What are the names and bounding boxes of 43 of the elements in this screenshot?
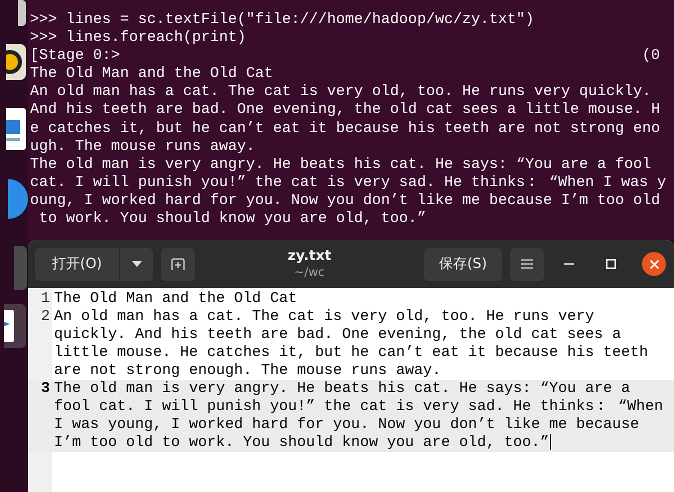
terminal-line: >>> lines.foreach(print) [30,29,248,48]
menu-button[interactable] [510,248,544,280]
terminal-line: ugh. The mouse runs away. [30,138,256,156]
window-title: zy.txt [288,248,332,264]
text-editor[interactable] [28,288,674,492]
text-line: I’m too old to work. You should know you are old, too.” [54,434,552,452]
document-icon[interactable] [4,304,28,348]
text-line: fool cat. I will punish you!” the cat is very sad. He thinks︰ “When [54,398,664,416]
text-line: quickly. And his teeth are bad. One evening, the old cat sees a [54,326,622,344]
new-tab-icon [171,258,185,270]
text-line: I was young, I worked hard for you. Now you don’t like me because [54,416,640,434]
close-icon [650,260,658,268]
open-button[interactable]: 打开(O) [35,248,119,280]
app-icon[interactable] [18,0,28,28]
terminal-line: The old man is very angry. He beats his cat. He says: “You are a fool [30,156,652,174]
text-cursor [550,434,552,450]
terminal-line: >>> lines = sc.textFile("file:///home/hadoop/wc/zy.txt") [30,11,536,30]
close-button[interactable] [642,252,666,276]
text-line: little mouse. He catches it, but he can’t eat it because his teeth [54,344,648,362]
save-button[interactable]: 保存(S) [424,248,502,280]
dropdown-button[interactable] [119,248,153,280]
text-line: are not strong enough. The mouse runs away. [54,362,442,380]
text-line: The old man is very angry. He beats his cat. He says: “You are a [54,380,632,398]
caret-icon [132,261,142,267]
line-number: 1 [40,290,51,308]
terminal-line: to work. You should know you are old, too.” [38,210,428,228]
line-number: 2 [40,308,51,327]
menu-icon [521,259,533,269]
maximize-icon [606,259,616,269]
terminal-line: e catches it, but he can’t eat it because his teeth are not strong eno [30,120,662,138]
text-line: The Old Man and the Old Cat [54,290,298,308]
terminal-line: oung, I worked hard for you. Now you don’t like me because I’m too old [30,192,662,210]
minimize-icon [564,263,574,265]
terminal-line: And his teeth are bad. One evening, the old cat sees a little mouse. H [30,101,662,120]
line-number: 3 [40,380,51,399]
terminal-line: An old man has a cat. The cat is very old, too. He runs very quickly. [30,83,652,102]
file-path: ~/wc [294,264,325,280]
new-tab-button[interactable] [161,248,195,280]
terminal-line: The Old Man and the Old Cat [30,65,274,84]
text-line: An old man has a cat. The cat is very old, too. He runs very [54,308,596,326]
document-icon[interactable] [6,108,28,150]
terminal-line: cat. I will punish you!” the cat is very sad. He thinks︰ “When I was y [30,174,668,192]
progress-count: (0 [642,47,660,66]
